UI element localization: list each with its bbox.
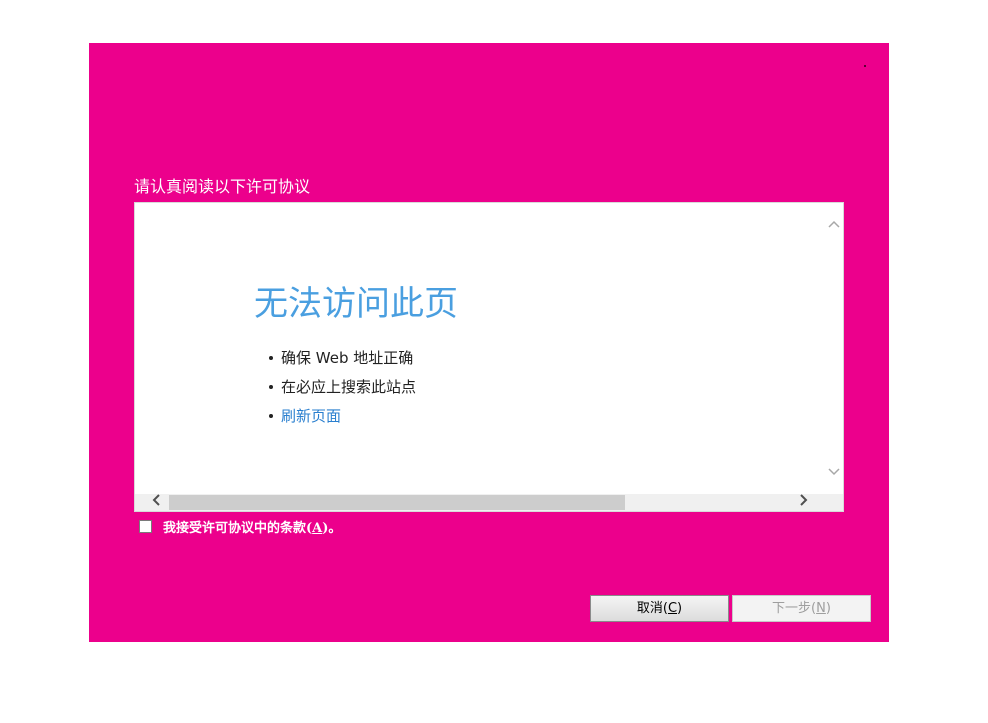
scrollbar-thumb[interactable] [169, 495, 625, 510]
license-dialog: 请认真阅读以下许可协议 无法访问此页 确保 Web 地址正确 在必应上搜索此站点… [89, 43, 889, 642]
error-title: 无法访问此页 [254, 284, 458, 324]
next-button[interactable]: 下一步(N) [732, 595, 871, 622]
vertical-scrollbar[interactable] [825, 203, 843, 494]
cancel-button[interactable]: 取消(C) [590, 595, 729, 622]
suggestion-text: 确保 Web 地址正确 [281, 349, 414, 367]
refresh-page-link[interactable]: 刷新页面 [281, 407, 341, 425]
list-item: 确保 Web 地址正确 [269, 347, 416, 376]
chevron-up-icon[interactable] [825, 215, 843, 233]
license-viewer[interactable]: 无法访问此页 确保 Web 地址正确 在必应上搜索此站点 刷新页面 [134, 202, 844, 512]
accept-checkbox[interactable] [139, 519, 152, 533]
accept-label: 我接受许可协议中的条款(A)。 [163, 520, 342, 536]
bullet-icon [269, 414, 273, 418]
chevron-left-icon[interactable] [147, 494, 165, 511]
corner-dot [864, 65, 866, 67]
bullet-icon [269, 356, 273, 360]
bullet-icon [269, 385, 273, 389]
chevron-right-icon[interactable] [795, 494, 813, 511]
horizontal-scrollbar[interactable] [135, 494, 843, 511]
error-suggestion-list: 确保 Web 地址正确 在必应上搜索此站点 刷新页面 [269, 347, 417, 434]
chevron-down-icon[interactable] [825, 463, 843, 481]
suggestion-text: 在必应上搜索此站点 [281, 378, 417, 396]
dialog-heading: 请认真阅读以下许可协议 [134, 177, 311, 196]
accept-terms[interactable]: 我接受许可协议中的条款(A)。 [139, 518, 342, 536]
list-item: 在必应上搜索此站点 [269, 376, 417, 405]
list-item: 刷新页面 [269, 405, 416, 434]
